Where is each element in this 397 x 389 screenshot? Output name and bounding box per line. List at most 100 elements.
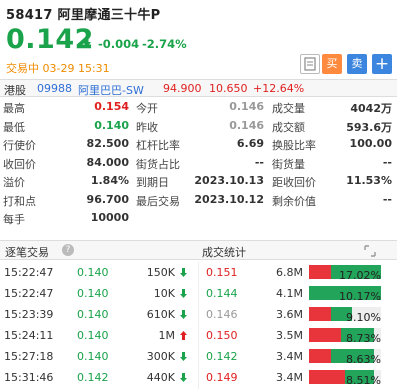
trade-volume: 610K [146,308,175,321]
trade-row: 15:27:18 0.140 300K 0.142 3.4M 8.63% [0,346,397,367]
stat-price: 0.149 [206,371,238,384]
stat-amount: 3.4M [276,371,303,384]
down-arrow-icon [180,289,187,298]
quote-label: 昨收 [136,120,158,134]
stock-header: 58417 阿里摩通三十牛P 0.142 -0.004 -2.74% 交易中 0… [0,0,397,77]
quote-value: 593.6万 [346,120,392,134]
quote-label: 到期日 [136,176,169,189]
stat-bar-sell-fill [309,328,342,342]
trade-price: 0.140 [77,308,109,321]
quote-value: 96.700 [86,192,129,206]
stat-price: 0.146 [206,308,238,321]
stat-bar-sell-fill [309,370,345,384]
quote-label: 成交量 [272,102,305,115]
down-arrow-icon [180,310,187,319]
stat-amount: 3.5M [276,329,303,342]
quote-value: 84.000 [86,155,129,169]
stat-pct: 10.17% [339,290,381,303]
quote-label: 杠杆比率 [136,139,180,152]
stat-price: 0.142 [206,350,238,363]
help-icon[interactable]: ? [62,244,74,256]
trade-time: 15:22:47 [4,287,54,300]
trading-status: 交易中 03-29 15:31 [6,62,110,75]
stat-pct: 17.02% [339,269,381,282]
plus-icon: + [374,54,390,74]
stat-bar-sell-fill [309,349,331,363]
stat-pct: 8.73% [346,332,381,345]
quote-row: 打和点 96.700 最后交易 2023.10.12 剩余价值 -- [0,191,397,209]
down-arrow-icon [180,352,187,361]
trade-time: 15:31:46 [4,371,54,384]
stat-bar: 17.02% [309,265,381,282]
trade-volume: 10K [153,287,175,300]
stat-bar: 9.10% [309,307,381,324]
trade-time: 15:23:39 [4,308,54,321]
stat-bar: 8.63% [309,349,381,366]
trade-time: 15:22:47 [4,266,54,279]
expand-icon[interactable] [364,245,376,257]
underlying-code: 09988 [37,82,72,95]
quote-value: 0.140 [94,118,129,132]
quote-label: 今开 [136,102,158,115]
quote-value: -- [254,155,264,169]
tick-trades-title: 逐笔交易 [5,246,49,259]
trade-price: 0.140 [77,329,109,342]
trade-row: 15:22:47 0.140 10K 0.144 4.1M 10.17% [0,283,397,304]
underlying-change-pct: +12.64% [253,82,305,95]
quote-value: 0.146 [229,100,264,113]
trade-price: 0.140 [77,350,109,363]
trade-time: 15:27:18 [4,350,54,363]
quote-value: -- [382,155,392,169]
quote-label: 换股比率 [272,139,316,152]
quote-label: 街货量 [272,157,305,171]
stat-price: 0.144 [206,287,238,300]
trade-price: 0.140 [77,266,109,279]
quote-value: 2023.10.12 [194,192,264,206]
quote-row: 溢价 1.84% 到期日 2023.10.13 距收回价 11.53% [0,172,397,190]
stat-pct: 8.51% [346,374,381,387]
down-arrow-icon [180,268,187,277]
quote-label: 溢价 [3,176,25,189]
quote-value: 1.84% [90,174,129,187]
buy-button[interactable]: 买 [322,54,342,74]
stat-bar-sell-fill [309,265,331,279]
underlying-change: 10.650 [209,82,248,95]
quote-label: 收回价 [3,157,36,171]
notes-button[interactable] [300,54,320,74]
quote-value: 100.00 [349,137,392,150]
stats-title: 成交统计 [202,246,246,259]
quote-label: 剩余价值 [272,194,316,208]
down-arrow-icon [180,373,187,382]
market-label: 港股 [4,84,26,97]
quote-value: -- [382,192,392,206]
current-price: 0.142 [6,24,94,55]
trade-row: 15:24:11 0.140 1M 0.150 3.5M 8.73% [0,325,397,346]
quote-label: 每手 [3,213,25,226]
quote-row: 每手 10000 [0,209,397,227]
stock-code-name: 58417 阿里摩通三十牛P [6,8,161,23]
edit-icon [304,57,316,71]
stat-amount: 3.4M [276,350,303,363]
quote-value: 10000 [90,211,129,224]
trade-time: 15:24:11 [4,329,54,342]
quote-value: 4042万 [350,102,392,115]
down-arrow-icon [83,39,91,47]
stat-bar: 10.17% [309,286,381,303]
stat-bar: 8.51% [309,370,381,387]
trade-price: 0.140 [77,287,109,300]
sell-button[interactable]: 卖 [347,54,367,74]
quote-label: 距收回价 [272,176,316,189]
quote-row: 最高 0.154 今开 0.146 成交量 4042万 [0,98,397,116]
trade-volume: 150K [146,266,175,279]
price-change-pct: -2.74% [142,37,187,51]
underlying-bar[interactable]: 港股 09988 阿里巴巴-SW 94.900 10.650 +12.64% [0,79,397,97]
quote-value: 2023.10.13 [194,174,264,187]
quote-value: 11.53% [346,174,392,187]
add-button[interactable]: + [372,54,392,74]
underlying-price: 94.900 [163,82,202,95]
quote-label: 最后交易 [136,194,180,208]
quote-label: 最高 [3,102,25,115]
stat-amount: 4.1M [276,287,303,300]
trade-price: 0.142 [77,371,109,384]
quote-value: 6.69 [236,137,264,150]
